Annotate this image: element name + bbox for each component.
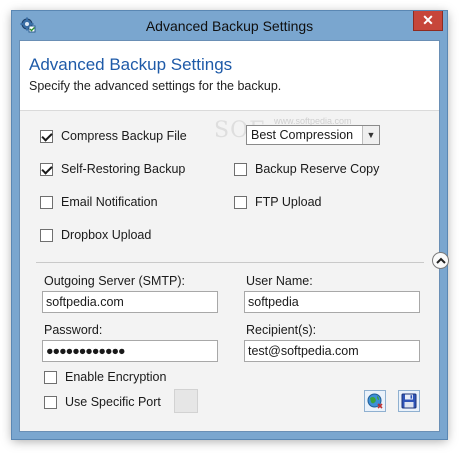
dialog-window: Advanced Backup Settings ✕ Advanced Back… [12, 11, 449, 439]
specific-port-checkbox[interactable]: Use Specific Port [44, 395, 161, 409]
smtp-server-label: Outgoing Server (SMTP): [44, 274, 186, 288]
close-icon: ✕ [422, 12, 434, 28]
ftp-checkbox-box[interactable] [234, 195, 247, 209]
dropbox-upload-checkbox[interactable]: Dropbox Upload [40, 228, 151, 242]
compression-level-value: Best Compression [251, 128, 354, 142]
port-input[interactable] [174, 389, 198, 413]
self-restoring-label: Self-Restoring Backup [61, 162, 186, 176]
compress-label: Compress Backup File [61, 129, 187, 143]
floppy-disk-icon [401, 393, 417, 409]
recipients-label: Recipient(s): [246, 323, 317, 337]
encryption-checkbox-box[interactable] [44, 370, 57, 384]
section-divider [36, 262, 424, 263]
reserve-copy-checkbox-box[interactable] [234, 162, 247, 176]
dropbox-label: Dropbox Upload [61, 228, 152, 242]
dropbox-checkbox-box[interactable] [40, 228, 53, 242]
close-button[interactable]: ✕ [413, 11, 443, 31]
chevron-up-icon [435, 257, 446, 264]
password-input[interactable]: ●●●●●●●●●●●● [42, 340, 218, 362]
ftp-upload-checkbox[interactable]: FTP Upload [234, 195, 321, 209]
header-panel: Advanced Backup Settings Specify the adv… [20, 41, 439, 111]
self-restoring-checkbox[interactable]: Self-Restoring Backup [40, 162, 185, 176]
self-restoring-checkbox-box[interactable] [40, 162, 53, 176]
compression-level-select[interactable]: Best Compression ▼ [246, 125, 380, 145]
reserve-copy-checkbox[interactable]: Backup Reserve Copy [234, 162, 379, 176]
compress-checkbox-box[interactable] [40, 129, 53, 143]
recipients-input[interactable]: test@softpedia.com [244, 340, 420, 362]
password-label: Password: [44, 323, 103, 337]
enable-encryption-checkbox[interactable]: Enable Encryption [44, 370, 166, 384]
collapse-button[interactable] [432, 252, 449, 269]
dialog-body: Advanced Backup Settings Specify the adv… [19, 40, 449, 432]
globe-icon [367, 393, 383, 409]
specific-port-label: Use Specific Port [65, 395, 161, 409]
specific-port-checkbox-box[interactable] [44, 395, 57, 409]
page-subtitle: Specify the advanced settings for the ba… [29, 79, 282, 93]
username-input[interactable]: softpedia [244, 291, 420, 313]
encryption-label: Enable Encryption [65, 370, 167, 384]
page-title: Advanced Backup Settings [29, 55, 233, 74]
ftp-label: FTP Upload [255, 195, 322, 209]
email-notification-checkbox[interactable]: Email Notification [40, 195, 158, 209]
email-checkbox-box[interactable] [40, 195, 53, 209]
email-label: Email Notification [61, 195, 158, 209]
smtp-server-input[interactable]: softpedia.com [42, 291, 218, 313]
reserve-copy-label: Backup Reserve Copy [255, 162, 380, 176]
chevron-down-icon[interactable]: ▼ [362, 126, 379, 144]
title-bar[interactable]: Advanced Backup Settings ✕ [12, 11, 447, 40]
compress-backup-checkbox[interactable]: Compress Backup File [40, 129, 187, 143]
test-email-button[interactable] [364, 390, 386, 412]
window-title: Advanced Backup Settings [145, 18, 314, 34]
save-button[interactable] [398, 390, 420, 412]
username-label: User Name: [246, 274, 313, 288]
